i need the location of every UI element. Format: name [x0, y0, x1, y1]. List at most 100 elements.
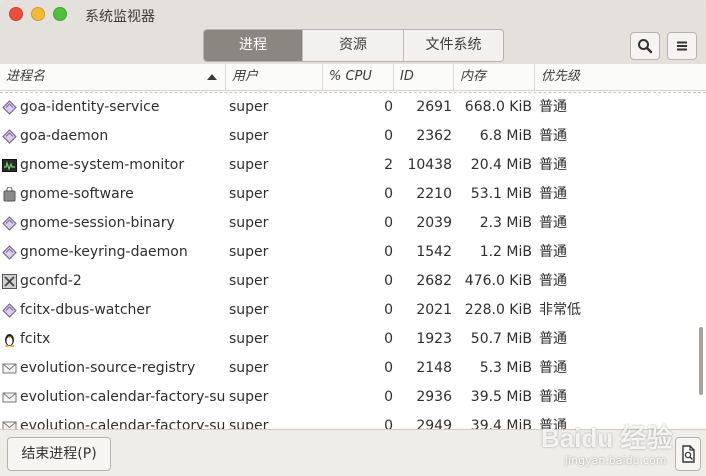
process-user: super: [229, 215, 269, 231]
process-row[interactable]: goa-identity-service super 0 2691 668.0 KiB 普…: [0, 93, 700, 122]
search-icon: [638, 39, 653, 54]
column-header: 进程名 用户 % CPU ID 内存 优先级: [0, 64, 706, 91]
process-cpu: 0: [384, 99, 393, 115]
process-row[interactable]: gnome-keyring-daemon super 0 1542 1.2 MiB 普通: [0, 238, 700, 267]
column-user[interactable]: 用户: [226, 64, 323, 90]
properties-document-icon: [682, 445, 695, 463]
process-cpu: 0: [384, 244, 393, 260]
column-cpu-label: % CPU: [329, 69, 372, 84]
maximize-window-button[interactable]: [53, 7, 67, 21]
window-title: 系统监视器: [85, 9, 155, 25]
process-row[interactable]: gnome-system-monitor super 2 10438 20.4 MiB 普…: [0, 151, 700, 180]
process-name: gconfd-2: [20, 273, 82, 289]
generic-process-icon: [2, 216, 17, 231]
process-memory: 228.0 KiB: [464, 302, 532, 318]
process-name: evolution-calendar-factory-sul: [20, 418, 225, 429]
generic-process-icon: [2, 303, 17, 318]
column-process-name-label: 进程名: [6, 69, 46, 84]
process-memory: 2.3 MiB: [479, 215, 532, 231]
process-row[interactable]: evolution-source-registry super 0 2148 5.3 M…: [0, 354, 700, 383]
search-button[interactable]: [630, 32, 660, 60]
process-row[interactable]: evolution-calendar-factory-sul super 0 2936…: [0, 383, 700, 412]
process-user: super: [229, 99, 269, 115]
process-id: 2148: [416, 360, 452, 376]
process-memory: 5.3 MiB: [479, 360, 532, 376]
process-cpu: 0: [384, 186, 393, 202]
process-id: 2039: [416, 215, 452, 231]
process-priority: 普通: [539, 360, 567, 376]
process-name: goa-daemon: [20, 128, 109, 144]
process-name: gnome-session-binary: [20, 215, 175, 231]
process-row[interactable]: gnome-session-binary super 0 2039 2.3 MiB 普通: [0, 209, 700, 238]
process-user: super: [229, 244, 269, 260]
process-user: super: [229, 389, 269, 405]
process-user: super: [229, 360, 269, 376]
generic-process-icon: [2, 245, 17, 260]
gconf-icon: [2, 274, 17, 289]
process-cpu: 2: [384, 157, 393, 173]
process-id: 2949: [416, 418, 452, 429]
tab-file-systems[interactable]: 文件系统: [404, 30, 503, 61]
process-cpu: 0: [384, 418, 393, 429]
column-cpu[interactable]: % CPU: [323, 64, 394, 90]
process-row[interactable]: evolution-calendar-factory-sul super 0 2949…: [0, 412, 700, 429]
process-priority: 普通: [539, 244, 567, 260]
process-memory: 50.7 MiB: [470, 331, 532, 347]
process-id: 2021: [416, 302, 452, 318]
process-memory: 1.2 MiB: [479, 244, 532, 260]
column-priority-label: 优先级: [541, 69, 581, 84]
process-id: 10438: [407, 157, 452, 173]
close-window-button[interactable]: [9, 7, 23, 21]
minimize-window-button[interactable]: [31, 7, 45, 21]
process-name: goa-identity-service: [20, 99, 160, 115]
process-priority: 非常低: [539, 302, 581, 318]
column-priority[interactable]: 优先级: [535, 64, 695, 90]
process-user: super: [229, 273, 269, 289]
process-id: 1542: [416, 244, 452, 260]
process-row[interactable]: gconfd-2 super 0 2682 476.0 KiB 普通: [0, 267, 700, 296]
tab-processes[interactable]: 进程: [204, 30, 303, 61]
end-process-button[interactable]: 结束进程(P): [7, 437, 111, 471]
process-memory: 20.4 MiB: [470, 157, 532, 173]
process-memory: 668.0 KiB: [464, 99, 532, 115]
process-name: evolution-calendar-factory-sul: [20, 389, 225, 405]
process-cpu: 0: [384, 302, 393, 318]
menu-button[interactable]: [667, 32, 697, 60]
process-priority: 普通: [539, 273, 567, 289]
process-cpu: 0: [384, 331, 393, 347]
generic-process-icon: [2, 100, 17, 115]
column-memory[interactable]: 内存: [454, 64, 535, 90]
process-cpu: 0: [384, 128, 393, 144]
column-process-name[interactable]: 进程名: [0, 64, 226, 90]
process-cpu: 0: [384, 360, 393, 376]
process-user: super: [229, 186, 269, 202]
process-id: 2936: [416, 389, 452, 405]
process-priority: 普通: [539, 157, 567, 173]
process-row[interactable]: fcitx super 0 1923 50.7 MiB 普通: [0, 325, 700, 354]
process-row[interactable]: fcitx-dbus-watcher super 0 2021 228.0 KiB 非常低: [0, 296, 700, 325]
column-memory-label: 内存: [460, 69, 487, 84]
process-memory: 53.1 MiB: [470, 186, 532, 202]
system-monitor-window: 系统监视器 进程 资源 文件系统 进程名 用户 % CPU ID 内存 优先级 …: [0, 0, 706, 476]
column-id[interactable]: ID: [394, 64, 454, 90]
evolution-mail-icon: [2, 390, 17, 405]
process-priority: 普通: [539, 389, 567, 405]
process-name: fcitx: [20, 331, 51, 347]
process-row[interactable]: gnome-software super 0 2210 53.1 MiB 普通: [0, 180, 700, 209]
process-id: 2210: [416, 186, 452, 202]
evolution-mail-icon: [2, 419, 17, 429]
process-priority: 普通: [539, 215, 567, 231]
process-priority: 普通: [539, 331, 567, 347]
process-name: fcitx-dbus-watcher: [20, 302, 151, 318]
process-row[interactable]: goa-daemon super 0 2362 6.8 MiB 普通: [0, 122, 700, 151]
properties-button[interactable]: [675, 437, 701, 471]
process-id: 2682: [416, 273, 452, 289]
title-bar: 系统监视器: [0, 0, 706, 30]
system-monitor-icon: [2, 158, 17, 173]
process-list[interactable]: goa-identity-service super 0 2691 668.0 KiB 普…: [0, 91, 706, 429]
tab-resources[interactable]: 资源: [303, 30, 404, 61]
process-user: super: [229, 128, 269, 144]
process-name: gnome-system-monitor: [20, 157, 185, 173]
header-bar: 进程 资源 文件系统: [0, 29, 706, 65]
process-memory: 476.0 KiB: [464, 273, 532, 289]
